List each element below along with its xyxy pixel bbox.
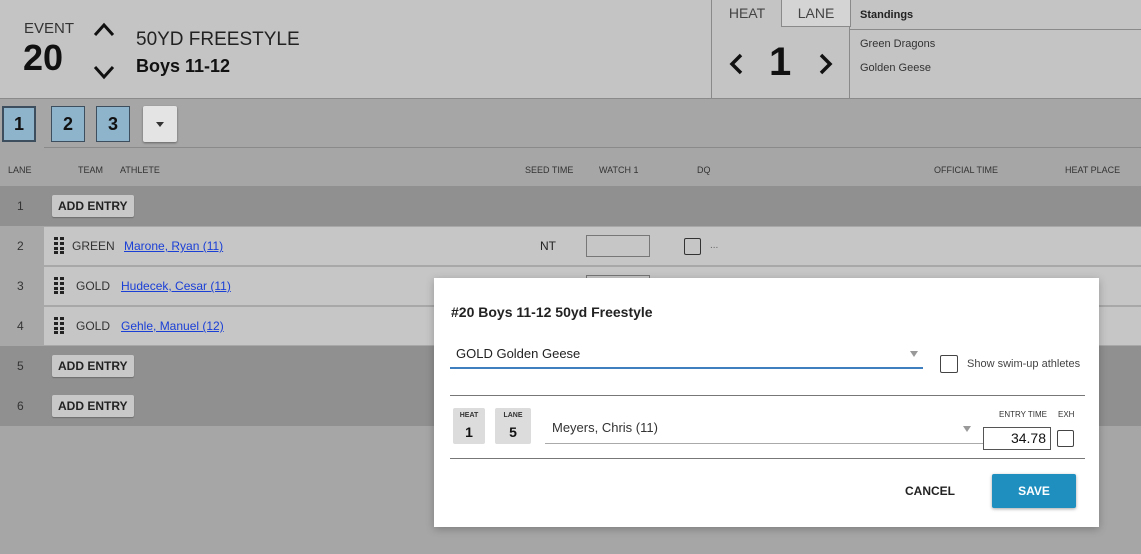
heat-button-2[interactable]: 2 xyxy=(51,106,85,142)
team-select-value: GOLD Golden Geese xyxy=(456,346,581,361)
lane-indicator-value: 5 xyxy=(509,424,517,440)
more-heats-button[interactable] xyxy=(143,106,177,142)
drag-handle-icon[interactable] xyxy=(54,277,64,294)
athlete-select[interactable]: Meyers, Chris (11) xyxy=(545,414,987,444)
heat-number: 1 xyxy=(769,40,792,84)
heat-selector: 1 2 3 xyxy=(0,99,1141,150)
exh-label: EXH xyxy=(1058,410,1075,419)
team-code: GREEN xyxy=(72,239,115,253)
event-number: 20 xyxy=(23,37,64,78)
event-subtitle: Boys 11-12 xyxy=(136,56,231,76)
lane-number: 1 xyxy=(17,199,24,213)
standings-title: Standings xyxy=(850,0,1141,30)
column-header-heat-place: HEAT PLACE xyxy=(1065,165,1121,175)
table-row: 1 ADD ENTRY xyxy=(0,186,1141,226)
chevron-up-icon[interactable] xyxy=(91,20,117,40)
column-header-official-time: OFFICIAL TIME xyxy=(934,165,999,175)
dropdown-arrow-icon xyxy=(963,426,971,432)
lane-number: 4 xyxy=(17,319,24,333)
athlete-select-value: Meyers, Chris (11) xyxy=(552,420,658,435)
divider xyxy=(450,458,1085,459)
lane-number: 3 xyxy=(17,279,24,293)
column-header-seed-time: SEED TIME xyxy=(525,165,574,175)
team-code: GOLD xyxy=(76,319,111,333)
divider xyxy=(44,147,1141,148)
heat-lane-panel: HEAT LANE 1 xyxy=(711,0,851,99)
divider xyxy=(450,395,1085,396)
entry-time-input[interactable]: 34.78 xyxy=(983,427,1051,450)
dialog-title: #20 Boys 11-12 50yd Freestyle xyxy=(451,304,653,320)
athlete-link[interactable]: Hudecek, Cesar (11) xyxy=(121,279,231,293)
event-label: EVENT xyxy=(24,20,75,37)
add-entry-button[interactable]: ADD ENTRY xyxy=(52,355,134,377)
dropdown-arrow-icon xyxy=(910,351,918,357)
standing-item: Golden Geese xyxy=(860,62,931,74)
lane-number: 6 xyxy=(17,399,24,413)
tab-heat[interactable]: HEAT xyxy=(712,0,782,27)
heat-indicator-label: HEAT xyxy=(459,412,479,419)
lane-number: 2 xyxy=(17,239,24,253)
column-header-dq: DQ xyxy=(697,165,711,175)
column-header-athlete: ATHLETE xyxy=(120,165,160,175)
lane-number: 5 xyxy=(17,359,24,373)
chevron-left-icon[interactable] xyxy=(727,52,745,76)
heat-button-3[interactable]: 3 xyxy=(96,106,130,142)
save-button[interactable]: SAVE xyxy=(992,474,1076,508)
tab-lane[interactable]: LANE xyxy=(781,0,851,27)
table-row: 2 GREEN Marone, Ryan (11) NT ... xyxy=(0,226,1141,266)
seed-time: NT xyxy=(540,239,556,253)
event-title: 50YD FREESTYLE xyxy=(136,29,300,50)
show-swimup-label: Show swim-up athletes xyxy=(967,358,1081,370)
exh-checkbox[interactable] xyxy=(1057,430,1074,447)
lane-indicator-label: LANE xyxy=(503,412,523,419)
drag-handle-icon[interactable] xyxy=(54,317,64,334)
heat-indicator: HEAT 1 xyxy=(453,408,485,444)
heat-button-1[interactable]: 1 xyxy=(2,106,36,142)
dq-more[interactable]: ... xyxy=(710,240,718,251)
chevron-right-icon[interactable] xyxy=(817,52,835,76)
team-select[interactable]: GOLD Golden Geese xyxy=(450,339,923,369)
show-swimup-checkbox[interactable] xyxy=(940,355,958,373)
standing-item: Green Dragons xyxy=(860,38,936,50)
add-entry-dialog: #20 Boys 11-12 50yd Freestyle GOLD Golde… xyxy=(434,278,1099,527)
athlete-link[interactable]: Marone, Ryan (11) xyxy=(124,239,223,253)
entry-time-label: ENTRY TIME xyxy=(999,410,1048,419)
drag-handle-icon[interactable] xyxy=(54,237,64,254)
lane-indicator: LANE 5 xyxy=(495,408,531,444)
dq-checkbox[interactable] xyxy=(684,238,701,255)
column-header-team: TEAM xyxy=(78,165,104,175)
add-entry-button[interactable]: ADD ENTRY xyxy=(52,395,134,417)
standings-panel: Standings Green Dragons Golden Geese xyxy=(850,0,1141,99)
watch1-input[interactable] xyxy=(586,235,650,257)
add-entry-button[interactable]: ADD ENTRY xyxy=(52,195,134,217)
event-header: EVENT 20 50YD FREESTYLE Boys 11-12 HEAT … xyxy=(0,0,1141,99)
heat-indicator-value: 1 xyxy=(465,424,473,440)
athlete-link[interactable]: Gehle, Manuel (12) xyxy=(121,319,224,333)
team-code: GOLD xyxy=(76,279,111,293)
cancel-button[interactable]: CANCEL xyxy=(896,474,964,508)
column-header-watch1: WATCH 1 xyxy=(599,165,639,175)
caret-down-icon xyxy=(156,122,164,127)
chevron-down-icon[interactable] xyxy=(91,62,117,82)
athlete-cell: GREEN Marone, Ryan (11) NT ... xyxy=(44,227,1141,265)
column-header-lane: LANE xyxy=(8,165,32,175)
